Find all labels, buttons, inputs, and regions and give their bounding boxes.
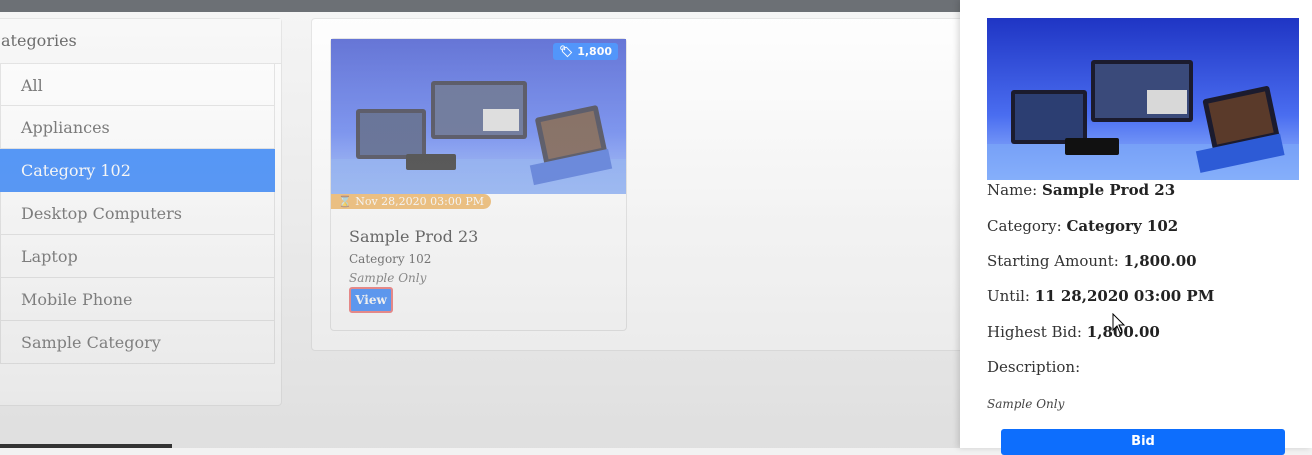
categories-header: ategories: [0, 19, 281, 64]
detail-category: Category: Category 102: [987, 217, 1179, 235]
product-detail-drawer: Name: Sample Prod 23 Category: Category …: [960, 0, 1312, 455]
category-item-laptop[interactable]: Laptop: [0, 235, 275, 278]
product-card[interactable]: 🏷 1,800 ⌛ Nov 28,2020 03:00 PM Sample Pr…: [330, 38, 627, 331]
product-title: Sample Prod 23: [349, 227, 479, 246]
detail-name: Name: Sample Prod 23: [987, 181, 1176, 199]
product-description: Sample Only: [349, 271, 427, 285]
category-list: All Appliances Category 102 Desktop Comp…: [0, 63, 275, 364]
category-item-category-102[interactable]: Category 102: [0, 149, 275, 192]
detail-description: Sample Only: [987, 397, 1065, 411]
bottom-bar: [0, 444, 172, 448]
bid-button[interactable]: Bid: [1001, 429, 1285, 455]
view-button[interactable]: View: [349, 287, 393, 313]
detail-product-image: [987, 18, 1299, 180]
detail-until: Until: 11 28,2020 03:00 PM: [987, 287, 1215, 305]
detail-starting-amount: Starting Amount: 1,800.00: [987, 252, 1197, 270]
category-item-all[interactable]: All: [0, 63, 275, 106]
category-item-desktop-computers[interactable]: Desktop Computers: [0, 192, 275, 235]
date-badge: ⌛ Nov 28,2020 03:00 PM: [331, 194, 492, 209]
mouse-cursor-icon: [1112, 313, 1126, 334]
product-category: Category 102: [349, 252, 432, 266]
category-item-sample-category[interactable]: Sample Category: [0, 321, 275, 364]
detail-highest-bid: Highest Bid: 1,800.00: [987, 323, 1160, 341]
top-navbar: [0, 0, 960, 12]
price-badge: 🏷 1,800: [553, 43, 618, 60]
hourglass-icon: ⌛: [338, 195, 352, 208]
tag-icon: 🏷: [559, 45, 574, 58]
category-item-appliances[interactable]: Appliances: [0, 106, 275, 149]
product-image: 🏷 1,800: [331, 39, 626, 194]
detail-description-label: Description:: [987, 358, 1081, 376]
category-item-mobile-phone[interactable]: Mobile Phone: [0, 278, 275, 321]
